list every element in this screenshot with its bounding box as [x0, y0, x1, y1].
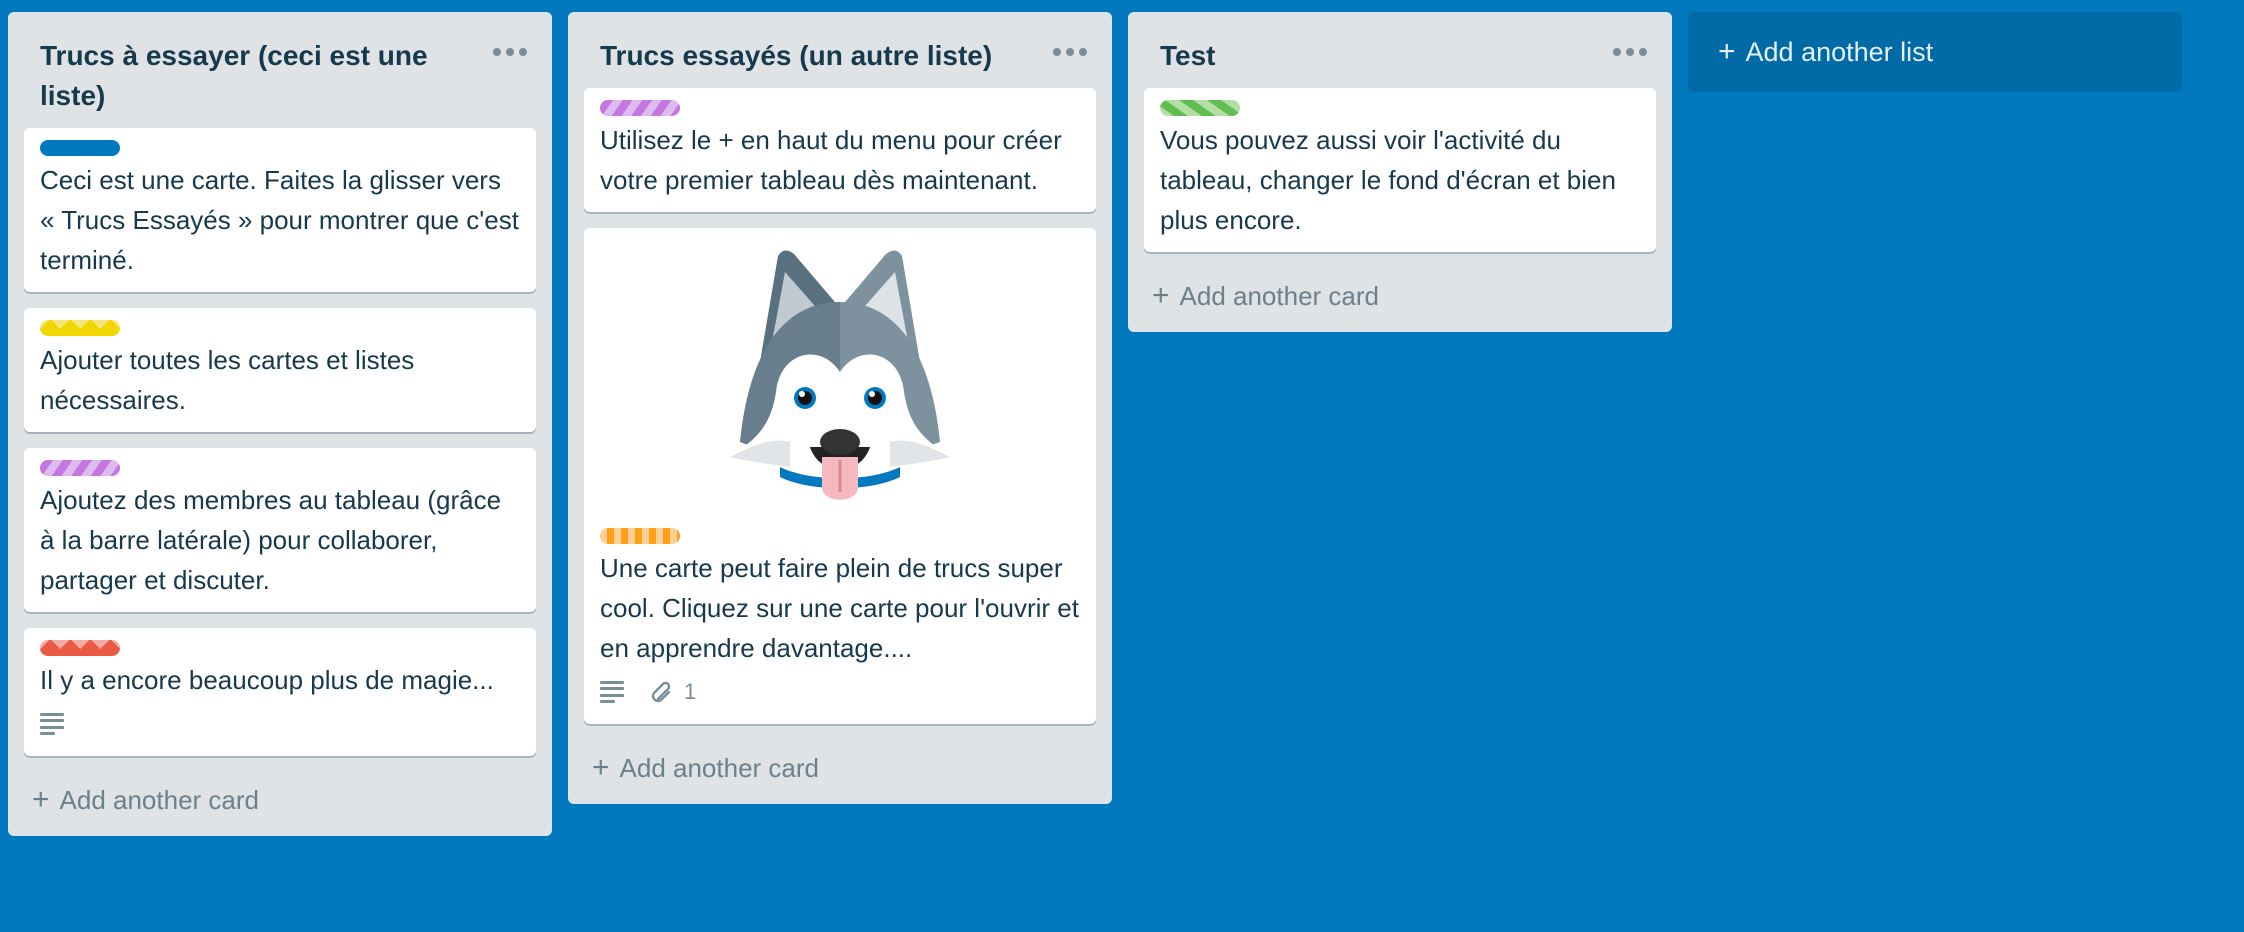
list-menu-button[interactable]	[1052, 38, 1088, 66]
ellipsis-dot	[1066, 48, 1074, 56]
card[interactable]: Une carte peut faire plein de trucs supe…	[584, 228, 1096, 724]
label-yellow[interactable]	[40, 320, 120, 336]
card-list: Vous pouvez aussi voir l'activité du tab…	[1128, 88, 1672, 252]
description-badge	[40, 713, 64, 735]
description-icon	[40, 713, 64, 735]
add-card-label: Add another card	[619, 752, 819, 783]
add-list-button[interactable]: + Add another list	[1688, 12, 2182, 92]
card-badges	[40, 700, 520, 744]
list-header: Test	[1128, 12, 1672, 76]
label-blue[interactable]	[40, 140, 120, 156]
list-title[interactable]: Trucs à essayer (ceci est une liste)	[40, 36, 462, 116]
attachment-badge: 1	[650, 679, 696, 705]
list-trucs-a-essayer: Trucs à essayer (ceci est une liste) Cec…	[8, 12, 552, 836]
card[interactable]: Vous pouvez aussi voir l'activité du tab…	[1144, 88, 1656, 252]
list-trucs-essayes: Trucs essayés (un autre liste) Utilisez …	[568, 12, 1112, 804]
add-card-label: Add another card	[59, 784, 259, 815]
label-purple[interactable]	[40, 460, 120, 476]
card-title: Il y a encore beaucoup plus de magie...	[40, 665, 494, 695]
card-badges: 1	[600, 668, 1080, 712]
card-list: Utilisez le + en haut du menu pour créer…	[568, 88, 1112, 724]
husky-image	[730, 250, 950, 500]
list-menu-button[interactable]	[1612, 38, 1648, 66]
label-orange[interactable]	[600, 528, 680, 544]
description-badge	[600, 681, 624, 703]
plus-icon: +	[1152, 279, 1170, 312]
label-red[interactable]	[40, 640, 120, 656]
add-card-button[interactable]: + Add another card	[568, 740, 1112, 796]
ellipsis-dot	[1639, 48, 1647, 56]
card[interactable]: Ajoutez des membres au tableau (grâce à …	[24, 448, 536, 612]
ellipsis-icon	[1053, 48, 1061, 56]
attachment-count: 1	[684, 679, 697, 704]
list-title[interactable]: Trucs essayés (un autre liste)	[600, 36, 1022, 76]
paperclip-icon	[651, 681, 671, 703]
plus-icon: +	[32, 783, 50, 816]
ellipsis-dot	[1626, 48, 1634, 56]
card-title: Ceci est une carte. Faites la glisser ve…	[40, 165, 519, 275]
ellipsis-dot	[1079, 48, 1087, 56]
label-green[interactable]	[1160, 100, 1240, 116]
add-list-label: Add another list	[1745, 36, 1934, 67]
card-cover	[584, 228, 1096, 516]
card-title: Ajouter toutes les cartes et listes néce…	[40, 345, 415, 415]
card-title: Utilisez le + en haut du menu pour créer…	[600, 125, 1062, 195]
plus-icon: +	[592, 751, 610, 784]
plus-icon: +	[1718, 35, 1736, 68]
list-header: Trucs essayés (un autre liste)	[568, 12, 1112, 76]
list-header: Trucs à essayer (ceci est une liste)	[8, 12, 552, 116]
add-card-button[interactable]: + Add another card	[8, 772, 552, 828]
card-title: Vous pouvez aussi voir l'activité du tab…	[1160, 125, 1616, 235]
list-test: Test Vous pouvez aussi voir l'activité d…	[1128, 12, 1672, 332]
list-title[interactable]: Test	[1160, 36, 1582, 76]
ellipsis-dot	[506, 48, 514, 56]
card[interactable]: Ceci est une carte. Faites la glisser ve…	[24, 128, 536, 292]
add-card-label: Add another card	[1179, 280, 1379, 311]
list-menu-button[interactable]	[492, 38, 528, 66]
card-list: Ceci est une carte. Faites la glisser ve…	[8, 128, 552, 756]
card[interactable]: Utilisez le + en haut du menu pour créer…	[584, 88, 1096, 212]
add-card-button[interactable]: + Add another card	[1128, 268, 1672, 324]
card-title: Ajoutez des membres au tableau (grâce à …	[40, 485, 502, 595]
card[interactable]: Ajouter toutes les cartes et listes néce…	[24, 308, 536, 432]
ellipsis-icon	[493, 48, 501, 56]
ellipsis-icon	[1613, 48, 1621, 56]
card[interactable]: Il y a encore beaucoup plus de magie...	[24, 628, 536, 756]
card-title: Une carte peut faire plein de trucs supe…	[600, 553, 1079, 663]
label-purple[interactable]	[600, 100, 680, 116]
ellipsis-dot	[519, 48, 527, 56]
description-icon	[600, 681, 624, 703]
